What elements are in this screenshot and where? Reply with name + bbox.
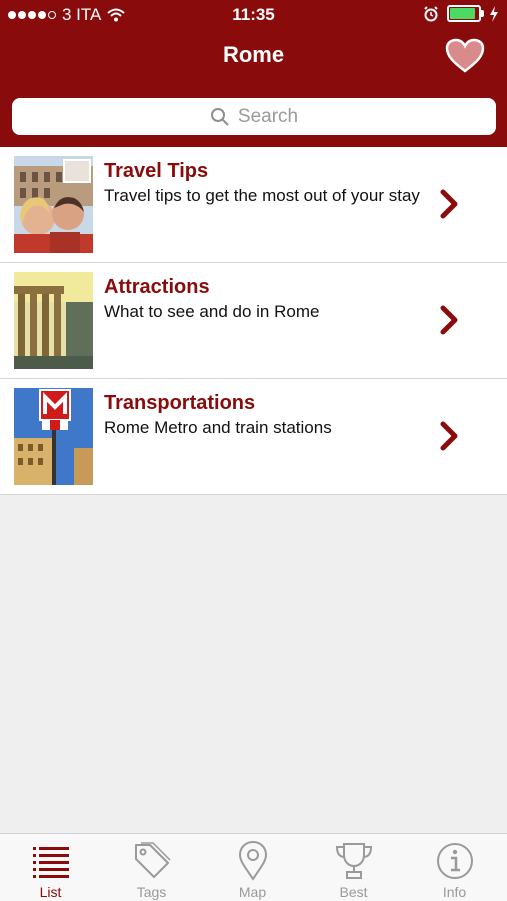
- chevron-right-icon: [440, 421, 458, 451]
- page-title: Rome: [222, 42, 285, 67]
- item-title: Transportations: [104, 392, 256, 414]
- tab-map[interactable]: Map: [202, 834, 303, 901]
- tab-label: Map: [238, 884, 267, 900]
- item-title: Attractions: [104, 276, 210, 298]
- tag-icon: [135, 842, 171, 878]
- item-description: What to see and do in Rome: [104, 302, 320, 321]
- tab-label: Tags: [136, 884, 167, 900]
- info-icon: [437, 843, 473, 879]
- search-icon: [210, 107, 229, 126]
- roman-forum-thumbnail: [14, 272, 93, 369]
- tab-label: Best: [339, 884, 368, 900]
- search-placeholder: Search: [237, 105, 299, 127]
- tab-info[interactable]: Info: [404, 834, 505, 901]
- charging-icon: [490, 5, 498, 22]
- tab-label: List: [39, 884, 62, 900]
- battery-icon: [447, 5, 484, 22]
- list-icon: [33, 847, 69, 878]
- chevron-right-icon: [440, 189, 458, 219]
- trophy-icon: [335, 843, 373, 879]
- metro-sign-thumbnail: [14, 388, 93, 485]
- chevron-right-icon: [440, 305, 458, 335]
- tab-list[interactable]: List: [0, 834, 101, 901]
- search-bar[interactable]: Search: [12, 98, 496, 135]
- tab-label: Info: [442, 884, 467, 900]
- tab-bar: List Tags Map Best Info: [0, 833, 507, 901]
- list-item-travel-tips[interactable]: Travel Tips Travel tips to get the most …: [0, 147, 507, 263]
- list-item-transportations[interactable]: Transportations Rome Metro and train sta…: [0, 379, 507, 495]
- heart-icon[interactable]: [445, 38, 485, 74]
- item-title: Travel Tips: [104, 160, 209, 182]
- colosseum-selfie-thumbnail: [14, 156, 93, 253]
- category-list: Travel Tips Travel tips to get the most …: [0, 147, 507, 495]
- list-item-attractions[interactable]: Attractions What to see and do in Rome: [0, 263, 507, 379]
- status-right: [423, 5, 499, 22]
- item-description: Travel tips to get the most out of your …: [104, 186, 420, 205]
- item-description: Rome Metro and train stations: [104, 418, 332, 437]
- tab-best[interactable]: Best: [303, 834, 404, 901]
- tab-tags[interactable]: Tags: [101, 834, 202, 901]
- status-bar: 3 ITA 11:35: [0, 0, 507, 30]
- alarm-icon: [424, 5, 438, 21]
- header-bar: 3 ITA 11:35 Rome Search: [0, 0, 507, 150]
- map-pin-icon: [238, 841, 268, 881]
